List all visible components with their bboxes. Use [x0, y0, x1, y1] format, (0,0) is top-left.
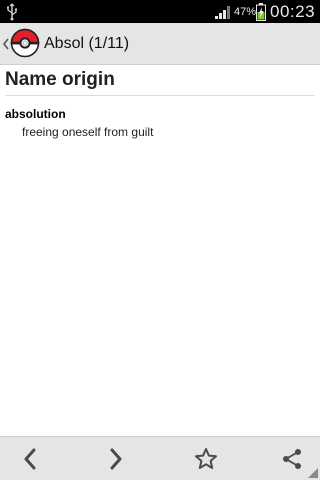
resize-grip-icon [308, 468, 318, 478]
pokeball-icon [10, 28, 40, 58]
usb-icon [7, 3, 18, 21]
content-area: Name origin absolution freeing oneself f… [0, 66, 320, 436]
up-chevron-icon [2, 38, 9, 50]
list-item: absolution freeing oneself from guilt [5, 106, 315, 140]
favorite-star-icon [195, 448, 217, 469]
battery-percent: 47% [234, 6, 257, 18]
section-heading: Name origin [5, 69, 115, 90]
section-divider [5, 95, 315, 96]
clock: 00:23 [270, 2, 316, 21]
page-title: Absol (1/11) [44, 35, 130, 52]
signal-icon [215, 6, 230, 19]
battery-charging-icon [256, 3, 266, 21]
favorite-button[interactable] [176, 437, 236, 480]
entry-definition: freeing oneself from guilt [22, 125, 154, 139]
share-icon [283, 449, 301, 469]
next-icon [110, 448, 122, 470]
status-bar: 47% 00:23 [0, 0, 320, 23]
entry-term: absolution [5, 107, 66, 121]
previous-button[interactable] [0, 437, 60, 480]
next-button[interactable] [86, 437, 146, 480]
up-navigation-button[interactable] [0, 23, 42, 65]
action-bar: Absol (1/11) [0, 23, 320, 65]
bottom-toolbar [0, 436, 320, 480]
previous-icon [24, 448, 36, 470]
